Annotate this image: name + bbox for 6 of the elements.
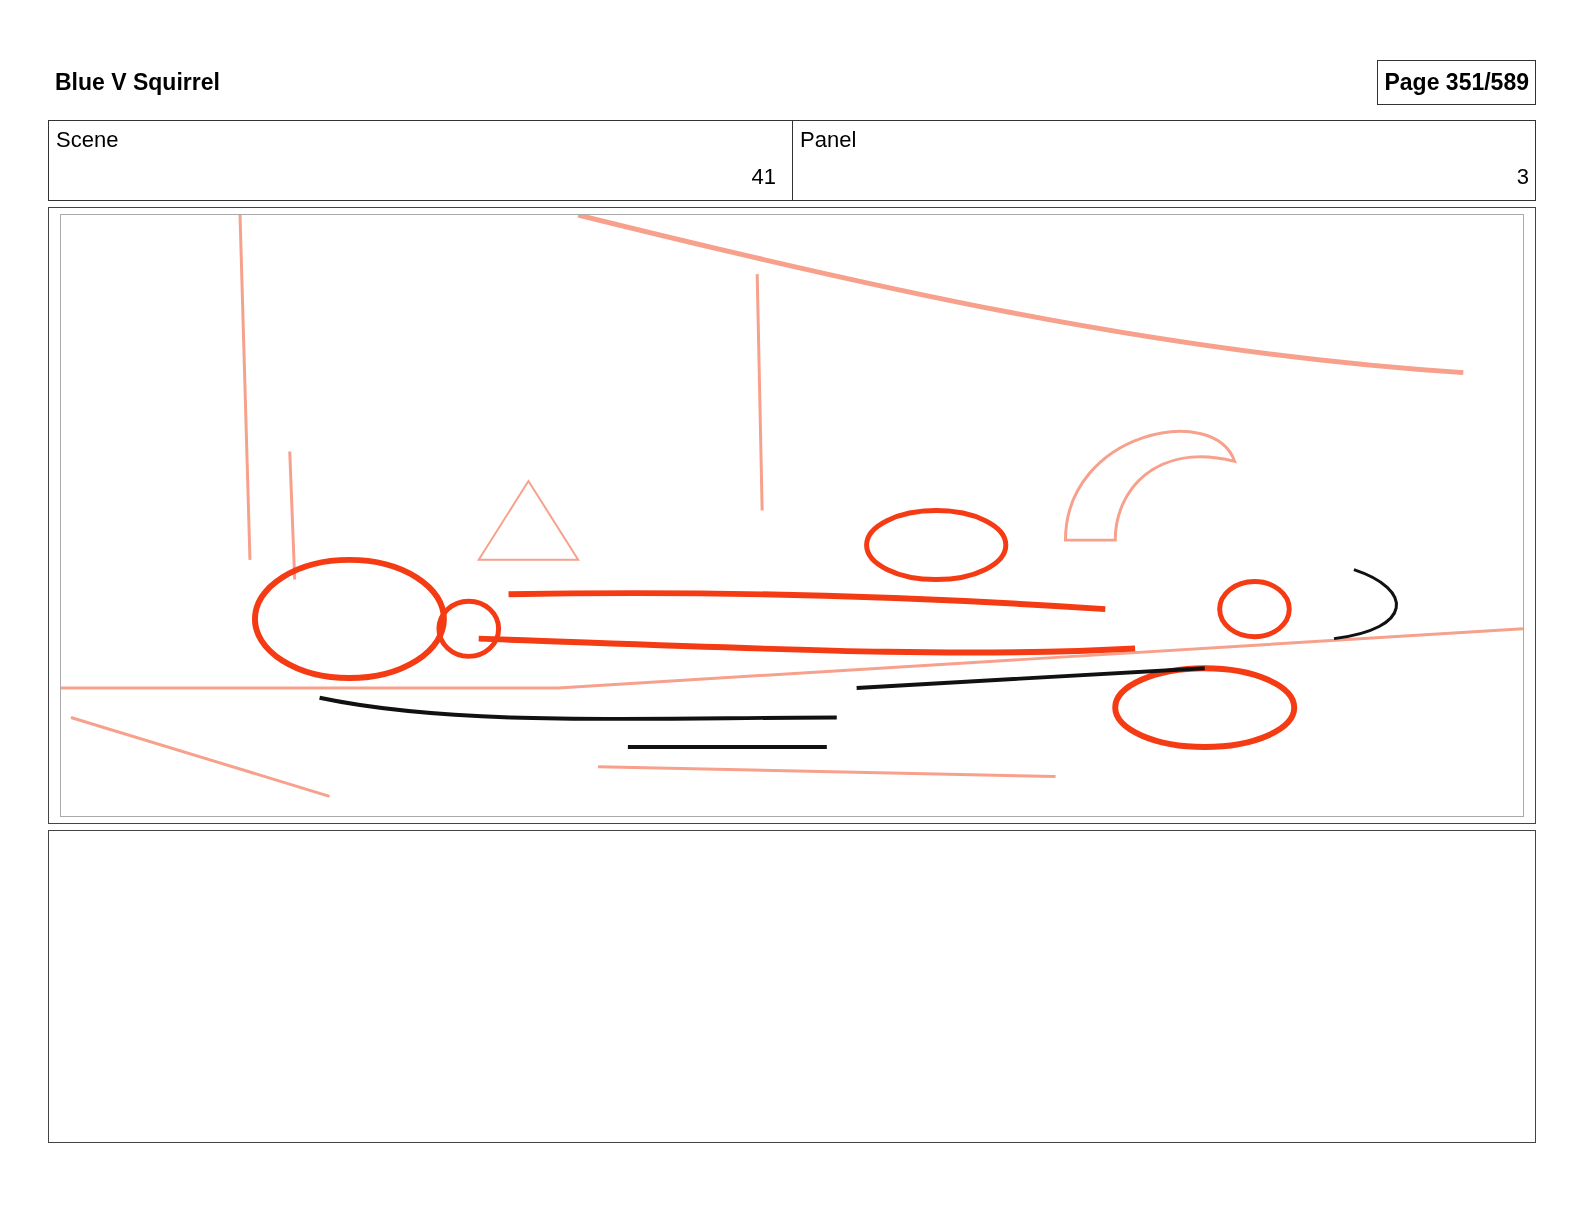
field-label: Scene	[56, 127, 120, 153]
storyboard-title: Blue V Squirrel	[54, 68, 220, 96]
field-value: 41	[751, 164, 776, 190]
field-label: Panel	[800, 127, 858, 153]
page-number: Page 351/589	[1377, 59, 1536, 105]
field-value: 3	[1516, 164, 1529, 190]
